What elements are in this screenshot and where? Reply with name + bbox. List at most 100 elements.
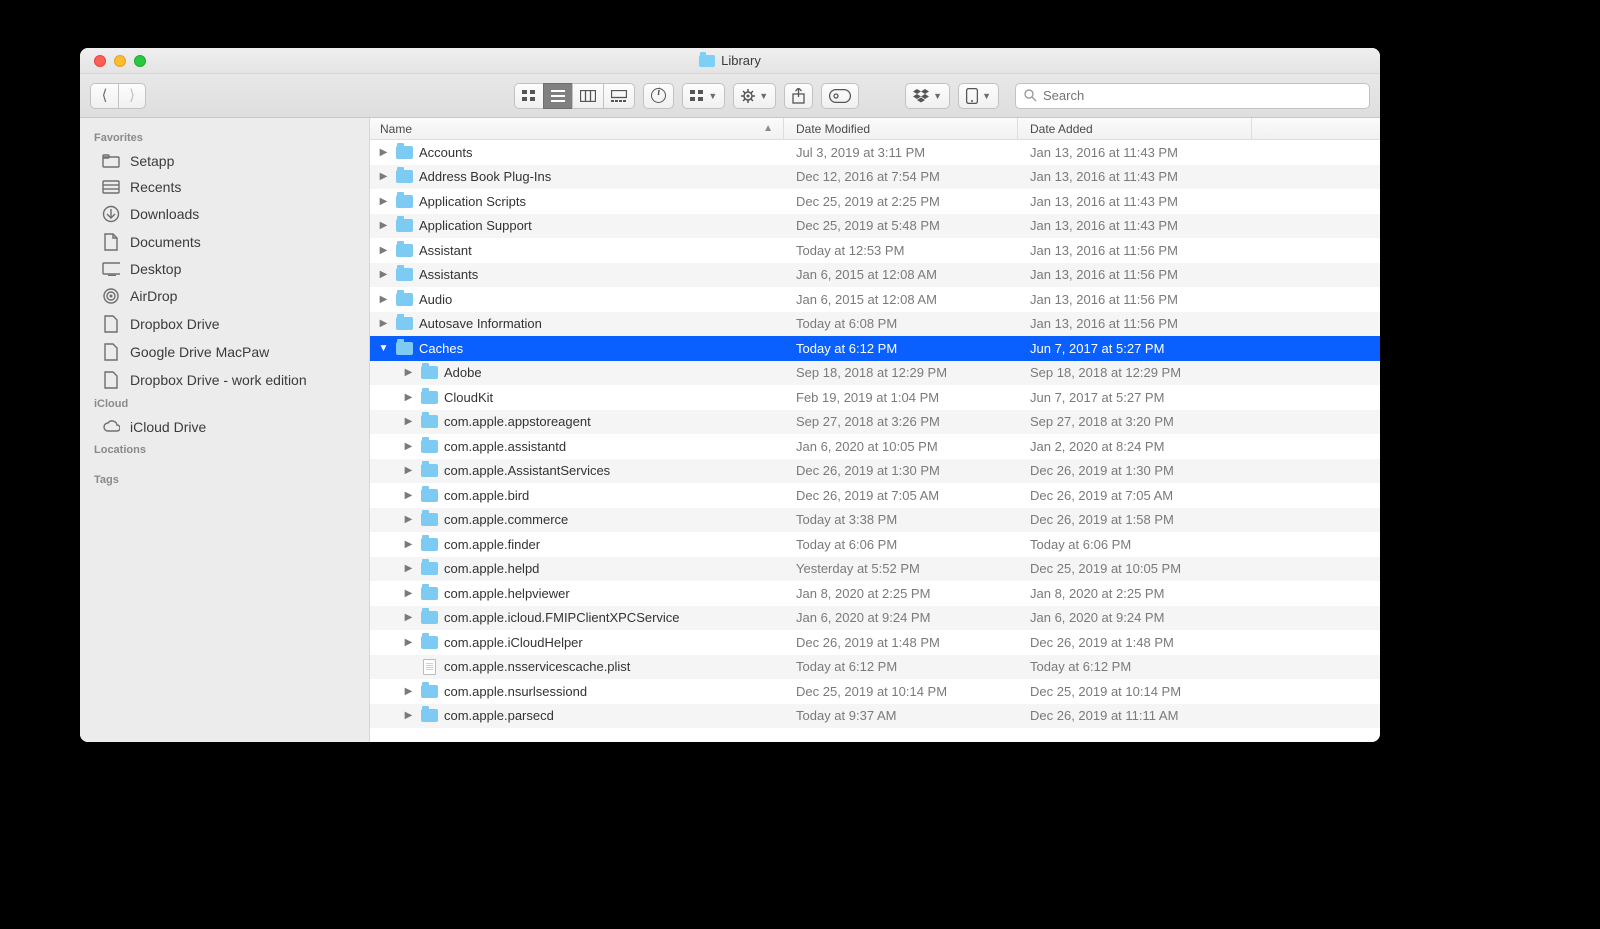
view-icons-button[interactable] <box>514 83 543 109</box>
column-header-date-added[interactable]: Date Added <box>1018 118 1252 139</box>
column-header-date-modified[interactable]: Date Modified <box>784 118 1018 139</box>
action-menu-button[interactable]: ▼ <box>733 83 776 109</box>
folder-icon <box>396 268 413 281</box>
disclosure-triangle[interactable]: ▶ <box>403 465 414 476</box>
sidebar-item[interactable]: Recents <box>80 174 369 200</box>
sidebar-item-label: Google Drive MacPaw <box>130 344 269 360</box>
titlebar[interactable]: Library <box>80 48 1380 74</box>
sidebar-item[interactable]: Dropbox Drive - work edition <box>80 366 369 394</box>
file-row[interactable]: ▶Address Book Plug-InsDec 12, 2016 at 7:… <box>370 165 1380 190</box>
file-row[interactable]: ▶com.apple.birdDec 26, 2019 at 7:05 AMDe… <box>370 483 1380 508</box>
view-columns-button[interactable] <box>572 83 603 109</box>
chevron-down-icon: ▼ <box>933 91 942 101</box>
folder-icon <box>421 611 438 624</box>
sidebar-item[interactable]: iCloud Drive <box>80 414 369 440</box>
disclosure-triangle[interactable]: ▶ <box>403 514 414 525</box>
close-window-button[interactable] <box>94 55 106 67</box>
sidebar-section-header[interactable]: iCloud <box>80 394 369 414</box>
file-row[interactable]: ▶com.apple.appstoreagentSep 27, 2018 at … <box>370 410 1380 435</box>
disclosure-triangle[interactable]: ▶ <box>378 196 389 207</box>
disclosure-triangle[interactable]: ▶ <box>403 686 414 697</box>
date-modified: Today at 6:12 PM <box>784 341 1018 356</box>
file-row[interactable]: ▶com.apple.nsurlsessiondDec 25, 2019 at … <box>370 679 1380 704</box>
documents-icon <box>102 233 120 251</box>
date-modified: Sep 27, 2018 at 3:26 PM <box>784 414 1018 429</box>
disclosure-triangle[interactable]: ▶ <box>378 245 389 256</box>
disclosure-triangle[interactable]: ▶ <box>378 318 389 329</box>
file-row[interactable]: ▶com.apple.helpdYesterday at 5:52 PMDec … <box>370 557 1380 582</box>
view-list-button[interactable] <box>543 83 572 109</box>
disclosure-triangle[interactable]: ▶ <box>403 563 414 574</box>
file-row[interactable]: ▶AudioJan 6, 2015 at 12:08 AMJan 13, 201… <box>370 287 1380 312</box>
file-row[interactable]: ▶Application SupportDec 25, 2019 at 5:48… <box>370 214 1380 239</box>
search-field[interactable] <box>1015 83 1370 109</box>
minimize-window-button[interactable] <box>114 55 126 67</box>
disclosure-triangle[interactable]: ▶ <box>403 539 414 550</box>
file-row[interactable]: ▶com.apple.icloud.FMIPClientXPCServiceJa… <box>370 606 1380 631</box>
disclosure-triangle[interactable]: ▶ <box>403 637 414 648</box>
folder-icon <box>421 685 438 698</box>
dropbox-menu-button[interactable]: ▼ <box>905 83 950 109</box>
date-modified: Yesterday at 5:52 PM <box>784 561 1018 576</box>
sidebar-item[interactable]: Desktop <box>80 256 369 282</box>
search-input[interactable] <box>1043 88 1361 103</box>
file-row[interactable]: ▶CloudKitFeb 19, 2019 at 1:04 PMJun 7, 2… <box>370 385 1380 410</box>
share-button[interactable] <box>784 83 813 109</box>
forward-button[interactable]: ⟩ <box>118 83 146 109</box>
disclosure-triangle[interactable]: ▶ <box>378 269 389 280</box>
sidebar-item[interactable]: Documents <box>80 228 369 256</box>
file-row[interactable]: ▶AssistantToday at 12:53 PMJan 13, 2016 … <box>370 238 1380 263</box>
disclosure-triangle[interactable]: ▶ <box>403 367 414 378</box>
chevron-down-icon: ▼ <box>708 91 717 101</box>
device-menu-button[interactable]: ▼ <box>958 83 999 109</box>
disclosure-triangle[interactable]: ▶ <box>403 588 414 599</box>
date-added: Jan 13, 2016 at 11:43 PM <box>1018 145 1252 160</box>
folder-icon <box>421 587 438 600</box>
view-gallery-button[interactable] <box>603 83 635 109</box>
disclosure-triangle[interactable]: ▶ <box>403 392 414 403</box>
disclosure-triangle[interactable]: ▶ <box>403 612 414 623</box>
file-row[interactable]: ▶com.apple.finderToday at 6:06 PMToday a… <box>370 532 1380 557</box>
disclosure-triangle[interactable]: ▶ <box>378 171 389 182</box>
disclosure-triangle[interactable]: ▼ <box>378 343 389 354</box>
disclosure-triangle[interactable]: ▶ <box>403 490 414 501</box>
file-row[interactable]: ▶AccountsJul 3, 2019 at 3:11 PMJan 13, 2… <box>370 140 1380 165</box>
file-row[interactable]: ▶com.apple.parsecdToday at 9:37 AMDec 26… <box>370 704 1380 729</box>
file-row[interactable]: ▶com.apple.commerceToday at 3:38 PMDec 2… <box>370 508 1380 533</box>
file-row[interactable]: ▶Autosave InformationToday at 6:08 PMJan… <box>370 312 1380 337</box>
edit-tags-button[interactable] <box>821 83 859 109</box>
file-row[interactable]: com.apple.nsservicescache.plistToday at … <box>370 655 1380 680</box>
column-header-name[interactable]: Name ▲ <box>370 118 784 139</box>
sidebar-section-header[interactable]: Tags <box>80 470 369 490</box>
file-row[interactable]: ▶AssistantsJan 6, 2015 at 12:08 AMJan 13… <box>370 263 1380 288</box>
info-button[interactable] <box>643 83 674 109</box>
sidebar-section-header[interactable]: Locations <box>80 440 369 460</box>
disclosure-triangle[interactable]: ▶ <box>378 147 389 158</box>
sidebar-item[interactable]: AirDrop <box>80 282 369 310</box>
file-row[interactable]: ▶com.apple.iCloudHelperDec 26, 2019 at 1… <box>370 630 1380 655</box>
file-row[interactable]: ▶com.apple.helpviewerJan 8, 2020 at 2:25… <box>370 581 1380 606</box>
folder-icon <box>421 636 438 649</box>
disclosure-triangle[interactable]: ▶ <box>378 294 389 305</box>
sidebar-item[interactable]: Google Drive MacPaw <box>80 338 369 366</box>
sidebar-item[interactable]: Downloads <box>80 200 369 228</box>
disclosure-triangle[interactable]: ▶ <box>403 710 414 721</box>
file-row[interactable]: ▶com.apple.AssistantServicesDec 26, 2019… <box>370 459 1380 484</box>
file-name: Adobe <box>444 365 482 380</box>
fullscreen-window-button[interactable] <box>134 55 146 67</box>
group-by-button[interactable]: ▼ <box>682 83 725 109</box>
date-modified: Jan 6, 2020 at 9:24 PM <box>784 610 1018 625</box>
sidebar-item[interactable]: Dropbox Drive <box>80 310 369 338</box>
sidebar-item-label: Recents <box>130 179 181 195</box>
back-button[interactable]: ⟨ <box>90 83 118 109</box>
disclosure-triangle[interactable]: ▶ <box>403 441 414 452</box>
file-row[interactable]: ▶Application ScriptsDec 25, 2019 at 2:25… <box>370 189 1380 214</box>
file-row[interactable]: ▶com.apple.assistantdJan 6, 2020 at 10:0… <box>370 434 1380 459</box>
file-rows[interactable]: ▶AccountsJul 3, 2019 at 3:11 PMJan 13, 2… <box>370 140 1380 742</box>
file-row[interactable]: ▼CachesToday at 6:12 PMJun 7, 2017 at 5:… <box>370 336 1380 361</box>
disclosure-triangle[interactable]: ▶ <box>378 220 389 231</box>
file-row[interactable]: ▶AdobeSep 18, 2018 at 12:29 PMSep 18, 20… <box>370 361 1380 386</box>
disclosure-triangle[interactable]: ▶ <box>403 416 414 427</box>
sidebar-section-header[interactable]: Favorites <box>80 128 369 148</box>
sidebar-item[interactable]: Setapp <box>80 148 369 174</box>
